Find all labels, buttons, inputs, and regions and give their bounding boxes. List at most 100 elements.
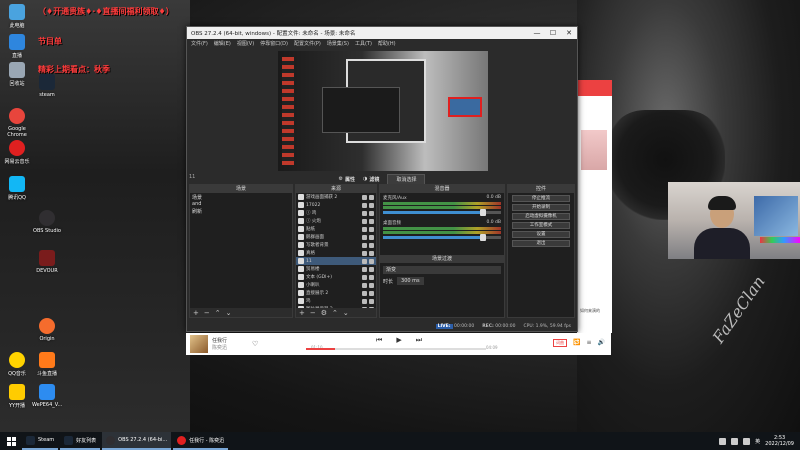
source-item[interactable]: 写歌者背景 — [296, 241, 376, 249]
eye-icon[interactable] — [362, 242, 367, 248]
lock-icon[interactable] — [369, 274, 374, 280]
lock-icon[interactable] — [369, 234, 374, 240]
ime-indicator[interactable]: 英 — [755, 438, 760, 445]
desktop-icon-obs[interactable]: OBS Studio — [32, 210, 62, 234]
menu-view[interactable]: 视图(V) — [237, 40, 254, 47]
selected-source-outline[interactable] — [448, 97, 482, 117]
scene-item[interactable]: and — [190, 200, 292, 207]
lock-icon[interactable] — [369, 266, 374, 272]
source-item[interactable]: 文本 (GDI+) — [296, 273, 376, 281]
track-title[interactable]: 任我行 — [212, 337, 252, 344]
lock-icon[interactable] — [369, 218, 374, 224]
lock-icon[interactable] — [369, 258, 374, 264]
eye-icon[interactable] — [362, 210, 367, 216]
obs-window[interactable]: OBS 27.2.4 (64-bit, windows) - 配置文件: 未命名… — [186, 26, 578, 332]
taskbar-item-obs[interactable]: OBS 27.2.4 (64-bi... — [102, 432, 172, 450]
properties-button[interactable]: ⚙ 属性 — [339, 176, 356, 183]
chevron-up-icon[interactable]: ⌃ — [332, 309, 338, 317]
source-item[interactable]: 贴纸 — [296, 225, 376, 233]
eye-icon[interactable] — [362, 250, 367, 256]
chevron-up-icon[interactable]: ⌃ — [215, 309, 221, 317]
eye-icon[interactable] — [362, 290, 367, 296]
volume-slider[interactable] — [383, 209, 501, 216]
start-recording-button[interactable]: 开始录制 — [512, 204, 570, 211]
taskbar-item-netease[interactable]: 任我行 - 陈奕迅 — [173, 432, 229, 450]
lock-icon[interactable] — [369, 210, 374, 216]
gear-icon[interactable]: ⚙ — [321, 309, 327, 317]
loop-icon[interactable]: 🔁 — [573, 339, 580, 347]
track-artist[interactable]: 陈奕迅 — [212, 344, 252, 351]
desktop-icon-qq[interactable]: 腾讯QQ — [2, 176, 32, 201]
clock[interactable]: 2:53 2022/12/09 — [765, 435, 794, 447]
play-icon[interactable]: ▶ — [396, 336, 401, 345]
source-item[interactable]: 鸡 — [296, 297, 376, 305]
obs-titlebar[interactable]: OBS 27.2.4 (64-bit, windows) - 配置文件: 未命名… — [187, 27, 577, 39]
desktop-icon-douyu[interactable]: 斗鱼直播 — [32, 352, 62, 377]
minimize-button[interactable]: — — [529, 29, 545, 37]
deselect-button[interactable]: 取消选择 — [387, 173, 426, 185]
add-scene-icon[interactable]: + — [193, 309, 199, 317]
lock-icon[interactable] — [369, 298, 374, 304]
tray-icon[interactable] — [719, 437, 727, 445]
heart-icon[interactable]: ♡ — [252, 340, 258, 348]
scene-item[interactable]: 场景 — [190, 193, 292, 201]
studio-mode-button[interactable]: 工作室模式 — [512, 222, 570, 229]
source-item[interactable]: 11 — [296, 257, 376, 265]
source-item[interactable]: 17022 — [296, 201, 376, 209]
virtual-camera-button[interactable]: 启动虚拟摄像机 — [512, 213, 570, 220]
transition-select[interactable]: 渐变 — [383, 266, 501, 274]
album-cover[interactable] — [190, 335, 208, 353]
eye-icon[interactable] — [362, 202, 367, 208]
source-item[interactable]: ⓘ 火炮 — [296, 217, 376, 225]
desktop-icon-chrome[interactable]: Google Chrome — [2, 108, 32, 138]
volume-icon[interactable] — [743, 437, 751, 445]
add-source-icon[interactable]: + — [299, 309, 305, 317]
source-item[interactable]: 游戏画面捕获 2 — [296, 193, 376, 201]
menu-profile[interactable]: 配置文件(P) — [294, 40, 321, 47]
netease-thumbnail[interactable] — [581, 130, 607, 170]
filters-button[interactable]: ◑ 滤镜 — [363, 176, 379, 183]
menu-docks[interactable]: 停靠窗口(D) — [260, 40, 288, 47]
exit-button[interactable]: 退出 — [512, 240, 570, 247]
eye-icon[interactable] — [362, 266, 367, 272]
obs-preview[interactable] — [278, 51, 488, 171]
scene-item[interactable]: 刷新 — [190, 207, 292, 215]
source-item[interactable]: 直接展示 2 — [296, 289, 376, 297]
eye-icon[interactable] — [362, 218, 367, 224]
lyrics-tag[interactable]: 词曲 — [553, 339, 567, 347]
eye-icon[interactable] — [362, 274, 367, 280]
settings-button[interactable]: 设置 — [512, 231, 570, 238]
lock-icon[interactable] — [369, 250, 374, 256]
start-button[interactable] — [0, 432, 22, 450]
eye-icon[interactable] — [362, 282, 367, 288]
stop-streaming-button[interactable]: 停止推流 — [512, 195, 570, 202]
desktop-icon-recycle-bin[interactable]: 回收站 — [2, 62, 32, 87]
desktop-icon-devour[interactable]: DEVOUR — [32, 250, 62, 274]
maximize-button[interactable]: ☐ — [545, 29, 561, 37]
lock-icon[interactable] — [369, 282, 374, 288]
eye-icon[interactable] — [362, 194, 367, 200]
desktop-icon-live[interactable]: 直播 — [2, 34, 32, 59]
progress-bar[interactable] — [306, 348, 486, 350]
desktop-icon-steam[interactable]: steam — [32, 74, 62, 98]
remove-source-icon[interactable]: − — [310, 309, 316, 317]
previous-icon[interactable]: ⏮ — [376, 336, 382, 345]
desktop-icon-origin[interactable]: Origin — [32, 318, 62, 342]
remove-scene-icon[interactable]: − — [204, 309, 210, 317]
network-icon[interactable] — [731, 437, 739, 445]
close-button[interactable]: ✕ — [561, 29, 577, 37]
chevron-down-icon[interactable]: ⌄ — [343, 309, 349, 317]
volume-slider[interactable] — [383, 234, 501, 241]
volume-icon[interactable]: 🔊 — [598, 339, 605, 347]
source-item[interactable]: 鹅群画面 — [296, 233, 376, 241]
lock-icon[interactable] — [369, 202, 374, 208]
menu-file[interactable]: 文件(F) — [191, 40, 208, 47]
chevron-down-icon[interactable]: ⌄ — [226, 309, 232, 317]
menu-scene-collection[interactable]: 场景集(S) — [327, 40, 349, 47]
playlist-icon[interactable]: ≡ — [586, 339, 591, 347]
duration-input[interactable]: 300 ms — [397, 277, 424, 285]
source-item[interactable]: 真格 — [296, 249, 376, 257]
desktop-icon-netease[interactable]: 网易云音乐 — [2, 140, 32, 165]
eye-icon[interactable] — [362, 226, 367, 232]
desktop-icon-this-pc[interactable]: 此电脑 — [2, 4, 32, 29]
